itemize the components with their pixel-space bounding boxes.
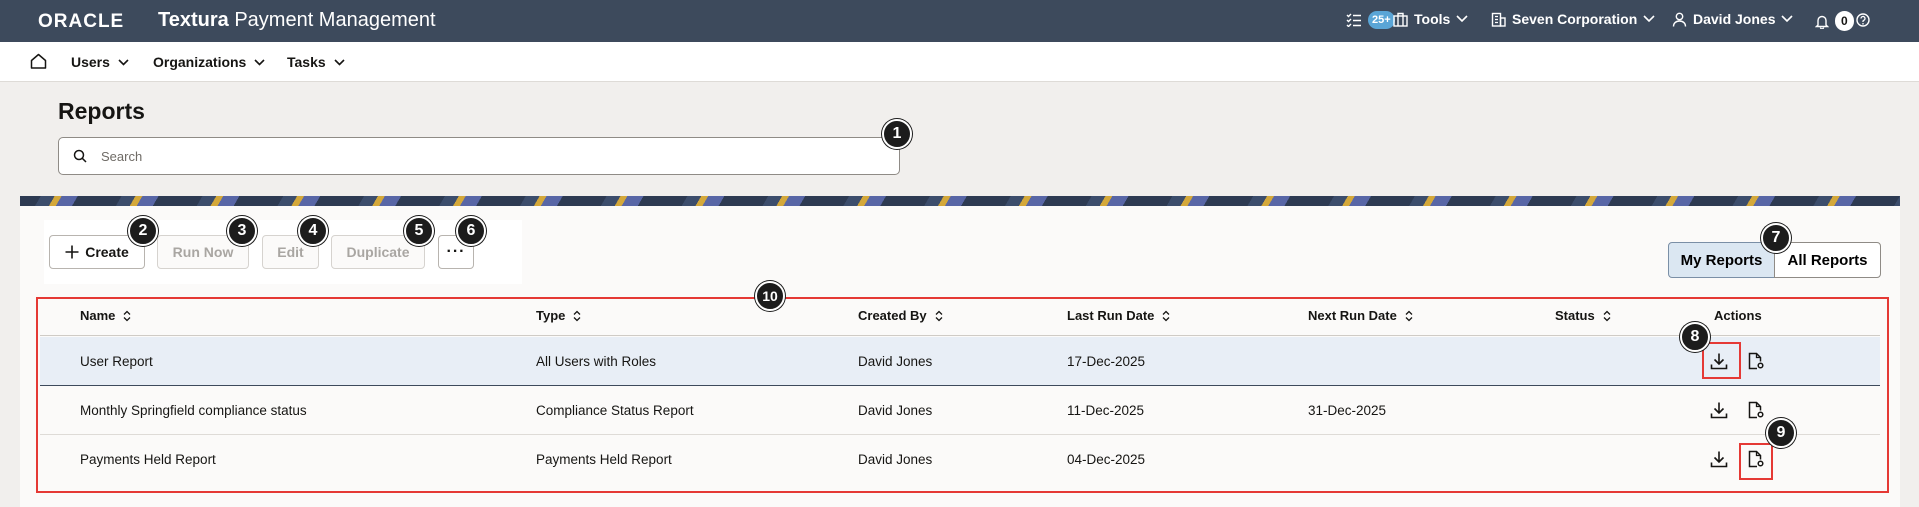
chevron-down-icon: [334, 58, 345, 66]
nav-organizations[interactable]: Organizations: [153, 54, 265, 70]
search-icon: [73, 149, 87, 163]
tools-menu[interactable]: Tools: [1393, 11, 1468, 27]
app-title-bold: Textura: [158, 9, 229, 31]
chevron-down-icon: [254, 58, 265, 66]
nav-organizations-label: Organizations: [153, 54, 247, 70]
annotation-marker: 4: [298, 216, 328, 246]
notifications-button[interactable]: 0: [1815, 11, 1854, 31]
tools-label: Tools: [1414, 11, 1451, 27]
chevron-down-icon: [1456, 15, 1468, 23]
annotation-marker: 9: [1766, 418, 1796, 448]
oracle-logo[interactable]: ORACLE: [38, 11, 124, 33]
table-highlight-box: [36, 297, 1889, 493]
all-reports-toggle[interactable]: All Reports: [1774, 242, 1881, 278]
chevron-down-icon: [118, 58, 129, 66]
help-icon[interactable]: [1856, 13, 1870, 27]
app-title-rest: Payment Management: [228, 9, 436, 31]
annotation-marker: 6: [456, 216, 486, 246]
user-menu[interactable]: David Jones: [1672, 11, 1794, 27]
edit-label: Edit: [277, 244, 304, 260]
notifications-badge: 0: [1835, 11, 1854, 31]
app-title: Textura Payment Management: [158, 9, 436, 32]
search-input[interactable]: [101, 148, 881, 164]
chevron-down-icon: [1781, 15, 1794, 23]
plus-icon: [65, 245, 79, 259]
annotation-marker: 3: [227, 216, 257, 246]
create-button-label: Create: [85, 244, 129, 260]
user-label: David Jones: [1693, 11, 1776, 27]
annotation-marker: 2: [128, 216, 158, 246]
my-reports-label: My Reports: [1680, 251, 1763, 269]
toolbox-icon: [1393, 12, 1408, 27]
building-icon: [1491, 12, 1506, 27]
run-now-label: Run Now: [172, 244, 234, 260]
nav-users[interactable]: Users: [71, 54, 129, 70]
main-nav: Users Organizations Tasks: [0, 42, 1919, 82]
download-highlight-box: [1702, 342, 1741, 379]
duplicate-label: Duplicate: [346, 244, 410, 260]
checklist-icon: [1346, 13, 1362, 27]
more-actions-label: ···: [446, 243, 466, 260]
organization-label: Seven Corporation: [1512, 11, 1638, 27]
organization-menu[interactable]: Seven Corporation: [1491, 11, 1655, 27]
search-field[interactable]: [58, 137, 900, 175]
chevron-down-icon: [1643, 15, 1655, 23]
page-title: Reports: [58, 98, 145, 124]
tasks-badge: 25+: [1368, 11, 1395, 29]
bell-icon: [1815, 14, 1829, 29]
annotation-marker: 10: [755, 281, 785, 311]
annotation-marker: 5: [404, 216, 434, 246]
annotation-marker: 8: [1680, 322, 1710, 352]
nav-users-label: Users: [71, 54, 110, 70]
settings-highlight-box: [1739, 443, 1773, 480]
all-reports-label: All Reports: [1787, 251, 1868, 269]
my-reports-toggle[interactable]: My Reports: [1668, 242, 1775, 278]
tasks-list-button[interactable]: 25+: [1346, 11, 1395, 29]
annotation-marker: 1: [882, 119, 912, 149]
user-icon: [1672, 12, 1687, 27]
nav-tasks[interactable]: Tasks: [287, 54, 345, 70]
annotation-marker: 7: [1761, 223, 1791, 253]
nav-tasks-label: Tasks: [287, 54, 326, 70]
home-icon[interactable]: [30, 53, 47, 69]
top-header: ORACLE Textura Payment Management 25+ To…: [0, 0, 1919, 42]
